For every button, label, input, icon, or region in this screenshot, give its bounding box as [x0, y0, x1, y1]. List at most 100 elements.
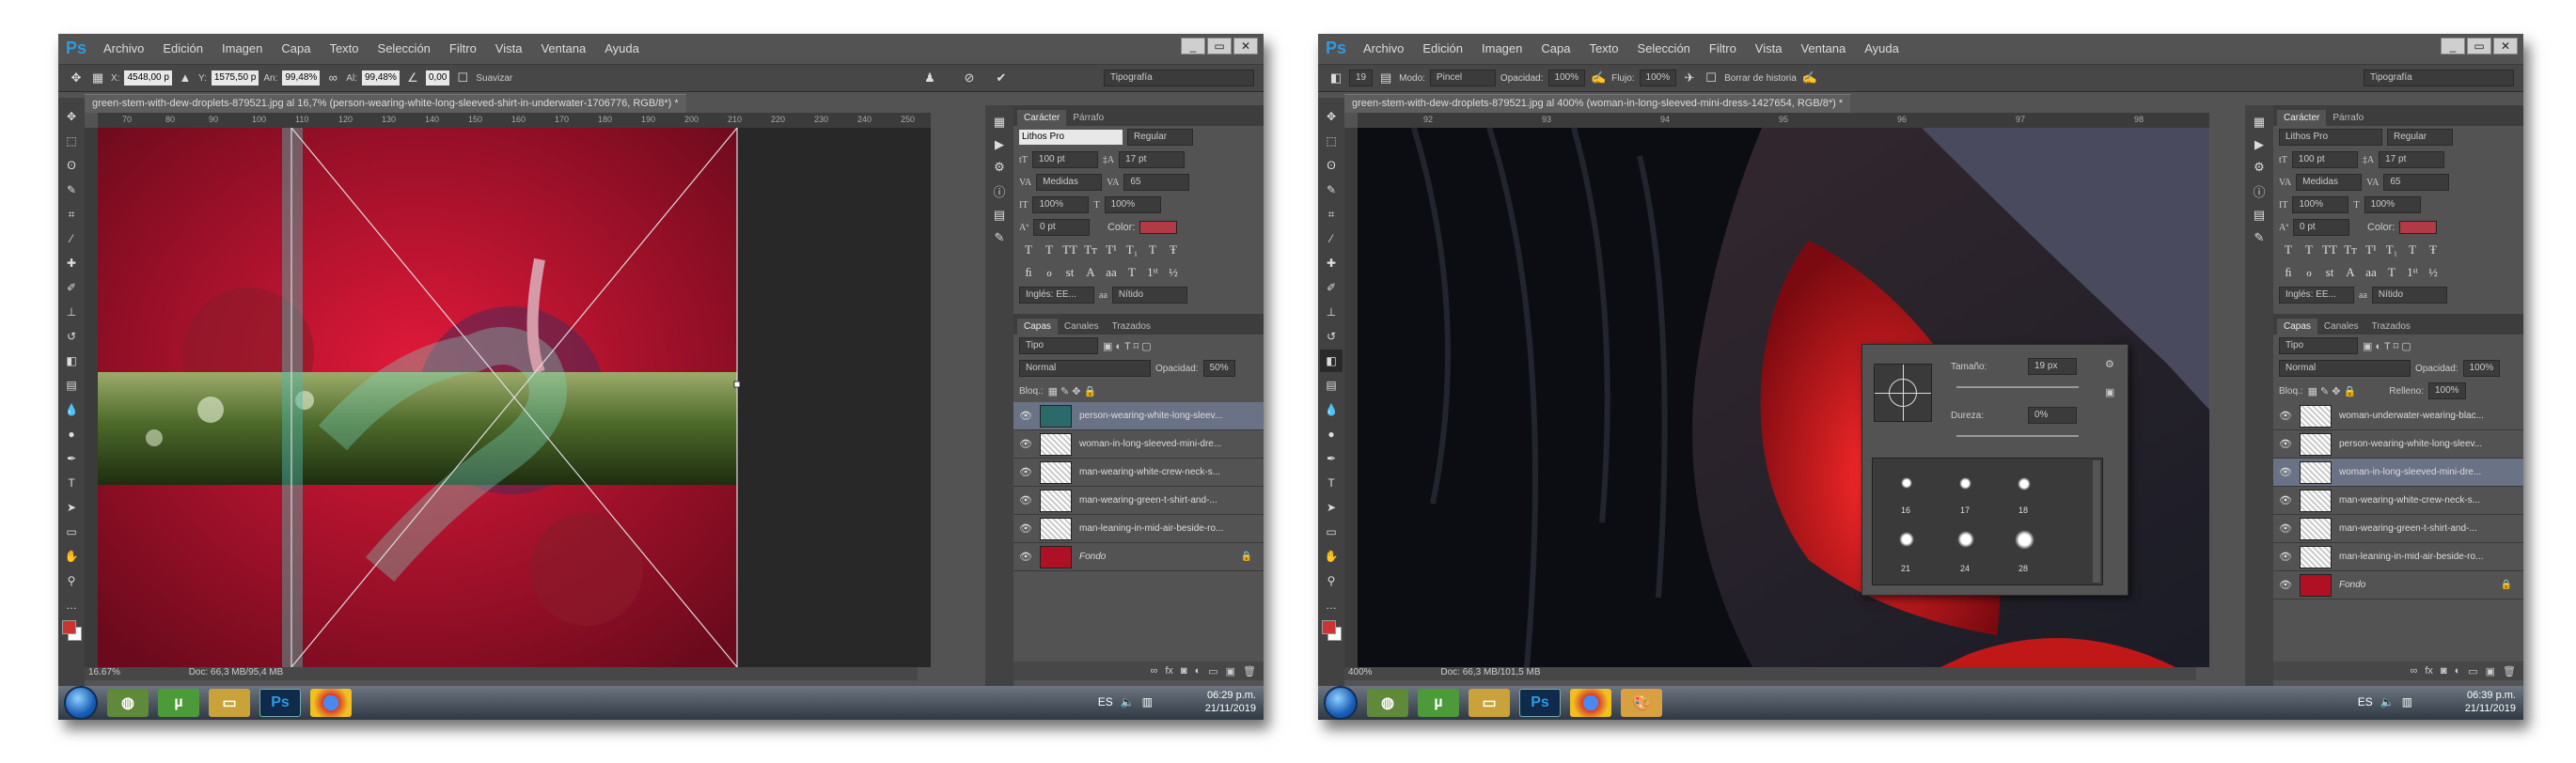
- eye-icon[interactable]: 👁: [2279, 494, 2292, 506]
- text-color-swatch[interactable]: [1139, 221, 1178, 234]
- menu-edicion[interactable]: Edición: [1413, 41, 1472, 55]
- tab-parrafo[interactable]: Párrafo: [2326, 110, 2370, 126]
- airbrush-icon[interactable]: ✈: [1681, 70, 1698, 86]
- baseline-field[interactable]: 0 pt: [1032, 219, 1090, 236]
- tab-caracter[interactable]: Carácter: [2277, 110, 2327, 126]
- move-tool-icon[interactable]: ✥: [68, 70, 85, 86]
- layer-filter-select[interactable]: Tipo: [1019, 337, 1098, 354]
- gradient-tool-icon[interactable]: ▤: [1320, 374, 1343, 397]
- brush-angle-preview[interactable]: [1874, 364, 1932, 422]
- brush-preset-icon[interactable]: ✎: [2254, 230, 2265, 245]
- type-tool-icon[interactable]: T: [60, 472, 83, 494]
- font-family-select[interactable]: Lithos Pro: [1019, 130, 1123, 145]
- paint-icon[interactable]: 🎨: [1621, 689, 1662, 717]
- x-field[interactable]: 4548,00 p: [124, 70, 172, 86]
- dodge-tool-icon[interactable]: ●: [60, 423, 83, 445]
- adjustment-icon[interactable]: ◐: [1195, 665, 1202, 677]
- brush-preset-grid[interactable]: 16 17 18 21 24 28: [1872, 458, 2103, 585]
- vertical-scale-field[interactable]: 100%: [2292, 196, 2349, 213]
- healing-tool-icon[interactable]: ✚: [60, 252, 83, 274]
- ordinal-icon[interactable]: A: [2343, 265, 2358, 280]
- superscript-icon[interactable]: T¹: [2364, 242, 2379, 257]
- adjustment-icon[interactable]: ◐: [2455, 665, 2461, 677]
- new-layer-icon[interactable]: ▣: [1226, 665, 1235, 677]
- gradient-tool-icon[interactable]: ▤: [60, 374, 83, 397]
- horizontal-scale-field[interactable]: 100%: [1104, 196, 1161, 213]
- info-icon[interactable]: ⓘ: [993, 182, 1005, 200]
- eye-icon[interactable]: 👁: [1019, 494, 1032, 506]
- eye-icon[interactable]: 👁: [2279, 522, 2292, 535]
- menu-archivo[interactable]: Archivo: [1354, 41, 1413, 55]
- quick-select-tool-icon[interactable]: ✎: [1320, 179, 1343, 201]
- layer-row[interactable]: 👁 person-wearing-white-long-sleev...: [2273, 430, 2523, 459]
- folder-icon[interactable]: ▭: [209, 689, 250, 717]
- workspace-select[interactable]: Tipografía: [1104, 70, 1254, 86]
- text-color-swatch[interactable]: [2399, 221, 2438, 234]
- close-button[interactable]: ✕: [1233, 38, 1258, 54]
- layer-row[interactable]: 👁 woman-in-long-sleeved-mini-dre...: [2273, 459, 2523, 487]
- preset-scrollbar[interactable]: [2093, 460, 2100, 583]
- language-indicator[interactable]: ES: [2358, 695, 2373, 708]
- lock-icons[interactable]: ▦ ✎ ✥ 🔒: [2308, 385, 2357, 397]
- app-icon-stones[interactable]: ◍: [107, 689, 149, 717]
- horizontal-scale-field[interactable]: 100%: [2364, 196, 2421, 213]
- stamp-tool-icon[interactable]: ⊥: [1320, 301, 1343, 323]
- kerning-field[interactable]: Medidas: [2296, 174, 2363, 191]
- start-button[interactable]: [1324, 686, 1358, 720]
- chrome-icon[interactable]: [310, 689, 352, 717]
- eye-icon[interactable]: 👁: [2279, 551, 2292, 563]
- workspace-select[interactable]: Tipografía: [2364, 70, 2514, 86]
- blend-mode-select[interactable]: Normal: [2279, 360, 2411, 377]
- strikethrough-icon[interactable]: Ŧ: [2426, 242, 2441, 257]
- eyedropper-tool-icon[interactable]: ⁄: [1320, 227, 1343, 250]
- brush-tool-icon[interactable]: ✐: [1320, 276, 1343, 299]
- checkbox-icon[interactable]: ☐: [454, 70, 471, 86]
- volume-icon[interactable]: 🔈: [1121, 695, 1135, 708]
- size-slider[interactable]: [1956, 386, 2079, 388]
- brush-gear-icon[interactable]: ⚙: [2105, 358, 2114, 370]
- pen-tool-icon[interactable]: ✒: [1320, 447, 1343, 470]
- type-tool-icon[interactable]: T: [1320, 472, 1343, 494]
- filter-icons[interactable]: ▣ ◐ T ⌑ ▢: [1103, 340, 1152, 352]
- font-style-select[interactable]: Regular: [2387, 129, 2453, 146]
- app-icon-stones[interactable]: ◍: [1367, 689, 1408, 717]
- checkbox-icon[interactable]: ☐: [1703, 70, 1720, 86]
- menu-seleccion[interactable]: Selección: [1628, 41, 1700, 55]
- play-icon[interactable]: ▶: [2254, 137, 2264, 152]
- menu-ventana[interactable]: Ventana: [1791, 41, 1855, 55]
- height-field[interactable]: 99,48%: [361, 70, 400, 86]
- brush-size-picker[interactable]: 19: [1349, 70, 1374, 86]
- tab-caracter[interactable]: Carácter: [1017, 110, 1067, 126]
- subscript-icon[interactable]: T₁: [2384, 242, 2399, 257]
- commit-transform-icon[interactable]: ✔: [993, 70, 1010, 86]
- path-select-icon[interactable]: ➤: [1320, 496, 1343, 519]
- menu-texto[interactable]: Texto: [320, 41, 368, 55]
- cancel-transform-icon[interactable]: ⊘: [961, 70, 978, 86]
- blur-tool-icon[interactable]: 💧: [60, 398, 83, 421]
- all-caps-icon[interactable]: TT: [2322, 242, 2337, 257]
- new-preset-icon[interactable]: ▣: [2105, 386, 2114, 398]
- underline-icon[interactable]: T: [1145, 242, 1160, 257]
- start-button[interactable]: [64, 686, 98, 720]
- opacity-field[interactable]: 50%: [1202, 360, 1235, 377]
- faux-italic-icon[interactable]: T: [1042, 242, 1057, 257]
- more-icon[interactable]: …: [60, 594, 83, 616]
- eye-icon[interactable]: 👁: [1019, 438, 1032, 450]
- tab-trazados[interactable]: Trazados: [2365, 319, 2417, 335]
- fx-icon[interactable]: fx: [1165, 665, 1173, 677]
- history-brush-icon[interactable]: ↺: [1320, 325, 1343, 348]
- blur-tool-icon[interactable]: 💧: [1320, 398, 1343, 421]
- angle-field[interactable]: 0,00: [425, 70, 450, 86]
- ligature-icon[interactable]: ﬁ: [2281, 265, 2296, 280]
- quick-select-tool-icon[interactable]: ✎: [60, 179, 83, 201]
- size-field[interactable]: 19 px: [2028, 358, 2077, 375]
- strikethrough-icon[interactable]: Ŧ: [1166, 242, 1181, 257]
- folder-icon[interactable]: ▭: [1469, 689, 1510, 717]
- menu-vista[interactable]: Vista: [486, 41, 532, 55]
- dodge-tool-icon[interactable]: ●: [1320, 423, 1343, 445]
- crop-tool-icon[interactable]: ⌗: [1320, 203, 1343, 226]
- small-caps-icon[interactable]: Tт: [1083, 242, 1098, 257]
- layer-row[interactable]: 👁 woman-in-long-sleeved-mini-dre...: [1013, 430, 1264, 459]
- fx-icon[interactable]: fx: [2425, 665, 2433, 677]
- more-icon[interactable]: …: [1320, 594, 1343, 616]
